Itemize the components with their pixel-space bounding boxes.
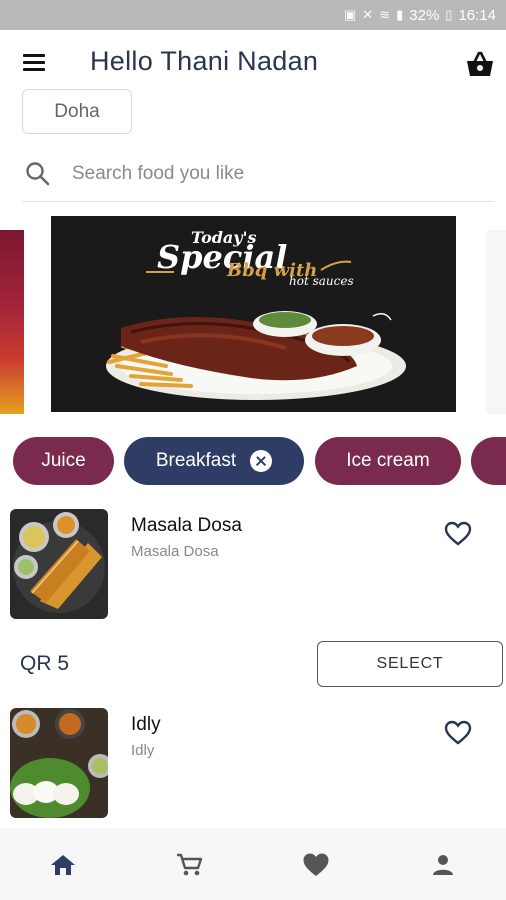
bbq-platter-image [106, 260, 406, 400]
masala-dosa-image [10, 509, 108, 619]
search-input[interactable] [72, 162, 472, 185]
product-description: Idly [131, 742, 155, 759]
heart-outline-icon[interactable] [444, 521, 474, 549]
menu-icon[interactable] [20, 52, 50, 76]
bottom-navigation [0, 828, 506, 900]
banner-special-bbq[interactable]: Today's Special Bbq with hot sauces [51, 216, 456, 412]
product-description: Masala Dosa [131, 543, 219, 560]
category-chip-juice[interactable]: Juice [13, 437, 114, 485]
product-name: Masala Dosa [131, 515, 242, 536]
category-chip-ice-cream[interactable]: Ice cream [315, 437, 461, 485]
category-filters: Juice Breakfast Ice cream [0, 437, 506, 487]
mute-icon: ✕ [362, 7, 374, 22]
status-bar: ▣ ✕ ≋ ▮ 32% ▯ 16:14 [0, 0, 506, 30]
signal-icon: ▮ [396, 7, 404, 22]
list-item[interactable]: Masala Dosa Masala Dosa [0, 509, 506, 619]
promo-carousel[interactable]: Today's Special Bbq with hot sauces [0, 214, 506, 414]
person-icon[interactable] [426, 848, 460, 882]
category-chip-next[interactable] [471, 437, 506, 485]
heart-outline-icon[interactable] [444, 720, 474, 748]
battery-level: 32% [409, 6, 440, 24]
search-icon [26, 161, 50, 185]
home-icon[interactable] [46, 848, 80, 882]
clock: 16:14 [458, 6, 496, 24]
product-price: QR 5 [20, 652, 70, 675]
heart-icon[interactable] [299, 848, 333, 882]
idly-image [10, 708, 108, 818]
category-chip-label: Breakfast [155, 450, 237, 471]
category-chip-label: Juice [41, 450, 86, 471]
battery-icon: ▯ [445, 7, 453, 22]
list-item[interactable]: Idly Idly [0, 708, 506, 818]
wifi-icon: ≋ [379, 7, 391, 22]
cart-icon[interactable] [172, 848, 206, 882]
search-bar [22, 146, 494, 202]
banner-next[interactable] [486, 230, 506, 414]
category-chip-label: Ice cream [346, 450, 430, 471]
location-selector[interactable]: Doha [22, 89, 132, 134]
product-name: Idly [131, 714, 161, 735]
page-title: Hello Thani Nadan [90, 46, 319, 76]
banner-previous[interactable] [0, 230, 24, 414]
select-button[interactable]: SELECT [317, 641, 503, 687]
category-chip-breakfast[interactable]: Breakfast [124, 437, 304, 485]
notification-icon: ▣ [344, 7, 357, 22]
basket-icon[interactable] [464, 50, 500, 82]
clear-filter-icon[interactable] [250, 450, 273, 472]
